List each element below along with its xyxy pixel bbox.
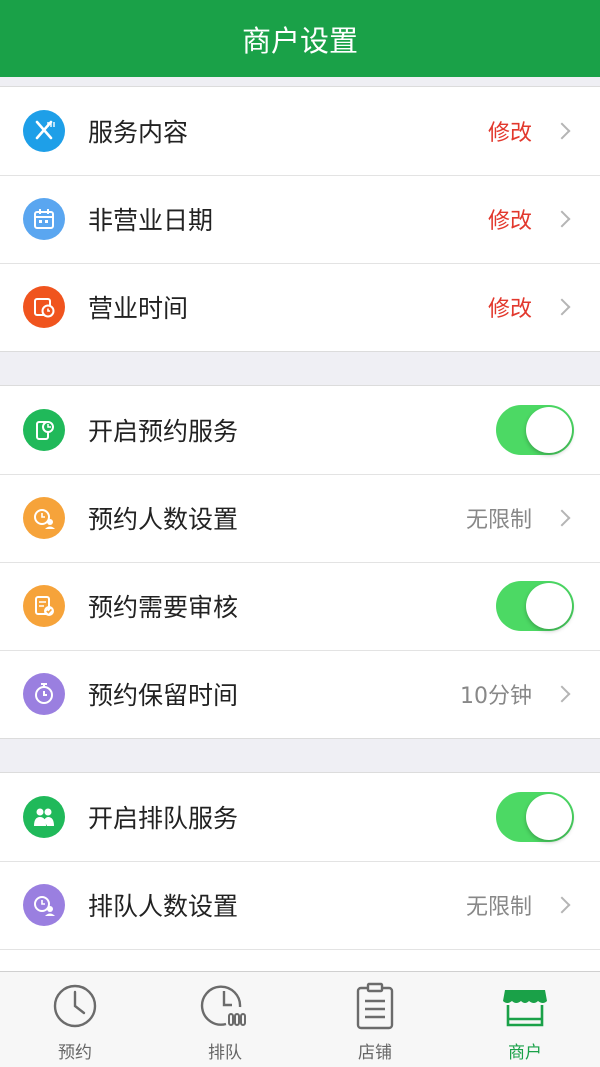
- enable-reservation-row: 开启预约服务: [0, 386, 600, 474]
- chevron-right-icon: [553, 298, 571, 316]
- chevron-right-icon: [553, 122, 571, 140]
- queue-clock-icon: [200, 985, 246, 1026]
- queue-settings-group: 开启排队服务 排队人数设置 无限制: [0, 772, 600, 971]
- tab-label: 商户: [508, 1043, 542, 1063]
- clock-icon: [53, 984, 97, 1028]
- business-hours-row[interactable]: 营业时间 修改: [0, 263, 600, 351]
- bottom-tab-bar: 预约 排队 店铺 商户: [0, 971, 600, 1067]
- toggle-knob: [526, 583, 572, 629]
- row-label: 预约需要审核: [88, 593, 239, 622]
- calendar-icon: [23, 198, 65, 240]
- tab-shop[interactable]: 店铺: [300, 972, 450, 1067]
- row-label: 非营业日期: [88, 206, 214, 235]
- document-check-icon: [23, 585, 65, 627]
- row-value: 10分钟: [460, 684, 532, 709]
- edit-link[interactable]: 修改: [488, 115, 532, 147]
- row-label: 排队人数设置: [88, 892, 239, 921]
- business-settings-group: 服务内容 修改 非营业日期 修改 营业时间 修改: [0, 86, 600, 352]
- queue-toggle[interactable]: [496, 792, 574, 842]
- toggle-knob: [526, 794, 572, 840]
- edit-link[interactable]: 修改: [488, 203, 532, 235]
- row-label: 预约保留时间: [88, 681, 239, 710]
- partial-row: [0, 949, 600, 971]
- phone-chart-icon: [23, 409, 65, 451]
- page-title: 商户设置: [241, 23, 358, 58]
- storefront-icon: [503, 990, 547, 1027]
- queue-count-row[interactable]: 排队人数设置 无限制: [0, 861, 600, 949]
- tab-label: 预约: [58, 1043, 92, 1063]
- schedule-clock-icon: [23, 286, 65, 328]
- tab-queue[interactable]: 排队: [150, 972, 300, 1067]
- chevron-right-icon: [553, 210, 571, 228]
- service-content-row[interactable]: 服务内容 修改: [0, 87, 600, 175]
- reservation-count-row[interactable]: 预约人数设置 无限制: [0, 474, 600, 562]
- settings-list: 服务内容 修改 非营业日期 修改 营业时间 修改 开启预约服务 预约人数设置 无…: [0, 77, 600, 971]
- chevron-right-icon: [553, 896, 571, 914]
- row-label: 开启排队服务: [88, 804, 239, 833]
- stopwatch-icon: [23, 673, 65, 715]
- tab-reservation[interactable]: 预约: [0, 972, 150, 1067]
- group-people-icon: [23, 796, 65, 838]
- review-toggle[interactable]: [496, 581, 574, 631]
- tab-merchant[interactable]: 商户: [450, 972, 600, 1067]
- chevron-right-icon: [553, 685, 571, 703]
- chevron-right-icon: [553, 509, 571, 527]
- reservation-settings-group: 开启预约服务 预约人数设置 无限制 预约需要审核 预约保留时间 10分钟: [0, 385, 600, 739]
- app-header: 商户设置: [0, 0, 600, 77]
- row-label: 开启预约服务: [88, 417, 239, 446]
- row-label: 服务内容: [88, 118, 189, 147]
- row-value: 无限制: [465, 895, 532, 920]
- toggle-knob: [526, 407, 572, 453]
- tab-label: 排队: [208, 1043, 242, 1063]
- edit-link[interactable]: 修改: [488, 291, 532, 323]
- reservation-hold-time-row[interactable]: 预约保留时间 10分钟: [0, 650, 600, 738]
- fork-knife-icon: [23, 110, 65, 152]
- reservation-review-row: 预约需要审核: [0, 562, 600, 650]
- clipboard-icon: [356, 982, 394, 1030]
- people-clock-icon: [23, 884, 65, 926]
- row-label: 预约人数设置: [88, 505, 239, 534]
- non-business-dates-row[interactable]: 非营业日期 修改: [0, 175, 600, 263]
- enable-queue-row: 开启排队服务: [0, 773, 600, 861]
- row-value: 无限制: [465, 508, 532, 533]
- tab-label: 店铺: [358, 1043, 392, 1063]
- reservation-toggle[interactable]: [496, 405, 574, 455]
- people-clock-icon: [23, 497, 65, 539]
- row-label: 营业时间: [88, 294, 189, 323]
